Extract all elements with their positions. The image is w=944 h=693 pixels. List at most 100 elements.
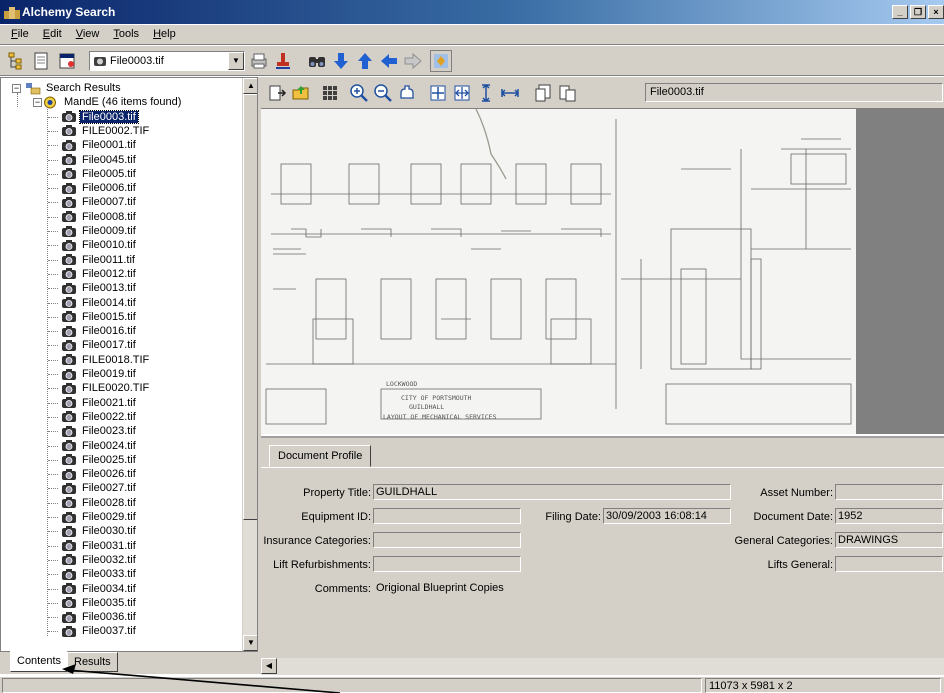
- tree-file-item[interactable]: FILE0002.TIF: [61, 124, 151, 138]
- current-file-combo[interactable]: File0003.tif ▼: [89, 51, 245, 71]
- menu-tools[interactable]: Tools: [106, 25, 146, 44]
- insurance-categories-field[interactable]: [373, 532, 521, 548]
- property-title-field[interactable]: GUILDHALL: [373, 484, 731, 500]
- forward-button[interactable]: [402, 50, 424, 72]
- tree-root[interactable]: Search Results: [25, 81, 123, 95]
- comments-field[interactable]: Origional Blueprint Copies: [373, 580, 943, 596]
- tree-file-item[interactable]: File0012.tif: [61, 267, 138, 281]
- tree-file-item[interactable]: File0031.tif: [61, 539, 138, 553]
- folder-search-icon: [44, 96, 56, 109]
- tif-file-icon: [62, 611, 76, 623]
- tree-file-item[interactable]: File0016.tif: [61, 324, 138, 338]
- export-button[interactable]: [266, 82, 288, 104]
- scroll-down-icon[interactable]: ▼: [243, 635, 257, 651]
- tree-file-item[interactable]: File0029.tif: [61, 510, 138, 524]
- lift-refurbishments-field[interactable]: [373, 556, 521, 572]
- tree-file-item[interactable]: File0014.tif: [61, 296, 138, 310]
- back-button[interactable]: [378, 50, 400, 72]
- tree-file-item[interactable]: File0027.tif: [61, 481, 138, 495]
- tree-file-item[interactable]: File0024.tif: [61, 439, 138, 453]
- menu-view[interactable]: View: [69, 25, 107, 44]
- tree-file-item[interactable]: File0008.tif: [61, 210, 138, 224]
- close-button[interactable]: ×: [928, 5, 944, 19]
- zoom-in-button[interactable]: [348, 82, 370, 104]
- paste-page-button[interactable]: [556, 82, 578, 104]
- zoom-out-button[interactable]: [372, 82, 394, 104]
- tree-file-item[interactable]: File0006.tif: [61, 181, 138, 195]
- tree-file-item[interactable]: File0010.tif: [61, 238, 138, 252]
- tab-results[interactable]: Results: [67, 652, 118, 672]
- next-button[interactable]: [330, 50, 352, 72]
- tree-group[interactable]: MandE (46 items found): [43, 95, 183, 109]
- refresh-button[interactable]: [430, 50, 452, 72]
- previous-button[interactable]: [354, 50, 376, 72]
- tree-file-item[interactable]: File0009.tif: [61, 224, 138, 238]
- thumbnails-button[interactable]: [319, 82, 341, 104]
- copy-page-button[interactable]: [532, 82, 554, 104]
- tree-file-item[interactable]: File0017.tif: [61, 338, 138, 352]
- tree-file-item[interactable]: File0007.tif: [61, 195, 138, 209]
- menu-help[interactable]: Help: [146, 25, 183, 44]
- collapse-group-icon[interactable]: −: [33, 98, 42, 108]
- open-button[interactable]: [290, 82, 312, 104]
- profile-horizontal-scrollbar[interactable]: ◀: [261, 658, 944, 675]
- tab-document-profile[interactable]: Document Profile: [269, 445, 372, 467]
- tree-view-button[interactable]: [6, 50, 28, 72]
- tree-item-label: FILE0020.TIF: [82, 382, 150, 395]
- lifts-general-field[interactable]: [835, 556, 943, 572]
- tree-file-item[interactable]: File0021.tif: [61, 396, 138, 410]
- general-categories-field[interactable]: DRAWINGS: [835, 532, 943, 548]
- restore-button[interactable]: ❐: [910, 5, 926, 19]
- tab-contents[interactable]: Contents: [10, 651, 69, 672]
- fit-height-button[interactable]: [475, 82, 497, 104]
- image-viewer[interactable]: LOCKWOOD CITY OF PORTSMOUTH GUILDHALL LA…: [261, 109, 944, 434]
- document-date-field[interactable]: 1952: [835, 508, 943, 524]
- menu-edit[interactable]: Edit: [36, 25, 69, 44]
- tree-file-item[interactable]: File0013.tif: [61, 281, 138, 295]
- tree-file-item[interactable]: File0023.tif: [61, 424, 138, 438]
- tree-file-item[interactable]: File0015.tif: [61, 310, 138, 324]
- find-button[interactable]: [306, 50, 328, 72]
- tree-file-item[interactable]: File0025.tif: [61, 453, 138, 467]
- tree-scrollbar[interactable]: ▲ ▼: [242, 78, 257, 651]
- tree-file-item[interactable]: File0032.tif: [61, 553, 138, 567]
- stamp-button[interactable]: [272, 50, 294, 72]
- tree-file-item[interactable]: File0036.tif: [61, 610, 138, 624]
- tree-file-item[interactable]: File0026.tif: [61, 467, 138, 481]
- tree-file-item[interactable]: File0019.tif: [61, 367, 138, 381]
- print-button[interactable]: [248, 50, 270, 72]
- collapse-root-icon[interactable]: −: [12, 84, 21, 93]
- fit-page-button[interactable]: [427, 82, 449, 104]
- search-results-tree[interactable]: − Search Results − MandE (46 items found) Fi…: [0, 77, 258, 652]
- asset-number-field[interactable]: [835, 484, 943, 500]
- tree-file-item[interactable]: File0022.tif: [61, 410, 138, 424]
- tree-file-item[interactable]: FILE0018.TIF: [61, 353, 151, 367]
- tree-file-item[interactable]: File0028.tif: [61, 496, 138, 510]
- menu-file[interactable]: File: [4, 25, 36, 44]
- tree-file-item[interactable]: File0035.tif: [61, 596, 138, 610]
- tree-file-item[interactable]: File0005.tif: [61, 167, 138, 181]
- tree-file-item[interactable]: File0045.tif: [61, 153, 138, 167]
- properties-button[interactable]: [56, 50, 78, 72]
- chevron-down-icon[interactable]: ▼: [228, 52, 244, 70]
- tif-file-icon: [62, 139, 76, 151]
- tree-file-item[interactable]: File0037.tif: [61, 624, 138, 638]
- equipment-id-field[interactable]: [373, 508, 521, 524]
- tree-file-item[interactable]: FILE0020.TIF: [61, 381, 151, 395]
- pan-button[interactable]: [396, 82, 418, 104]
- tree-file-item[interactable]: File0011.tif: [61, 253, 137, 267]
- tree-file-item[interactable]: File0034.tif: [61, 582, 138, 596]
- tree-file-item[interactable]: File0033.tif: [61, 567, 138, 581]
- document-view-button[interactable]: [30, 50, 52, 72]
- tree-file-item[interactable]: File0003.tif: [61, 109, 139, 124]
- tree-file-item[interactable]: File0001.tif: [61, 138, 138, 152]
- scroll-left-icon[interactable]: ◀: [261, 658, 277, 674]
- scroll-thumb[interactable]: [243, 94, 257, 520]
- fit-width-button[interactable]: [499, 82, 521, 104]
- scroll-up-icon[interactable]: ▲: [243, 78, 257, 94]
- filing-date-field[interactable]: 30/09/2003 16:08:14: [603, 508, 731, 524]
- tif-file-icon: [62, 583, 76, 594]
- tree-file-item[interactable]: File0030.tif: [61, 524, 138, 538]
- fit-both-button[interactable]: [451, 82, 473, 104]
- minimize-button[interactable]: _: [892, 5, 908, 19]
